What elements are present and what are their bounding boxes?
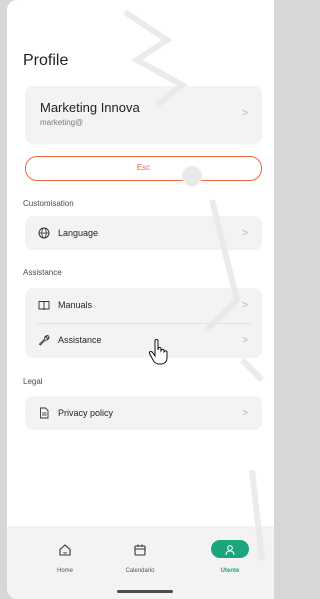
- section-title-customisation: Customisation: [23, 199, 74, 208]
- home-icon: [59, 544, 71, 556]
- account-email: marketing@: [40, 118, 84, 127]
- globe-icon: [38, 227, 50, 239]
- book-icon: [38, 301, 50, 311]
- calendar-icon: [134, 544, 146, 556]
- nav-label-utente: Utente: [220, 568, 240, 574]
- user-icon: [225, 545, 235, 556]
- privacy-policy-label: Privacy policy: [58, 408, 114, 418]
- document-icon: [40, 407, 49, 419]
- page-title: Profile: [23, 52, 69, 69]
- account-name: Marketing Innova: [40, 100, 140, 115]
- esc-button[interactable]: Esc: [25, 156, 262, 181]
- profile-screen: Profile Marketing Innova marketing@ > Es…: [7, 0, 274, 599]
- chevron-right-icon: >: [242, 108, 248, 119]
- chevron-right-icon: >: [242, 300, 248, 311]
- chevron-right-icon: >: [242, 408, 248, 419]
- nav-item-home[interactable]: Home: [37, 540, 93, 580]
- nav-label-calendario: Calendario: [125, 568, 155, 574]
- chevron-right-icon: >: [242, 335, 248, 346]
- assistance-group: Manuals > Assistance >: [25, 288, 262, 358]
- assistance-row[interactable]: Assistance >: [25, 323, 262, 358]
- language-row[interactable]: Language >: [25, 216, 262, 250]
- nav-item-calendario[interactable]: Calendario: [112, 540, 168, 580]
- hand-pointer-icon: [148, 339, 168, 365]
- account-card[interactable]: Marketing Innova marketing@ >: [25, 86, 262, 144]
- bottom-navigation: Home Calendario Utente: [7, 526, 274, 599]
- chevron-right-icon: >: [242, 228, 248, 239]
- nav-item-utente[interactable]: Utente: [202, 540, 258, 580]
- privacy-policy-row[interactable]: Privacy policy >: [25, 396, 262, 430]
- wrench-icon: [38, 335, 50, 346]
- section-title-assistance: Assistance: [23, 268, 62, 277]
- manuals-row[interactable]: Manuals >: [25, 288, 262, 323]
- section-title-legal: Legal: [23, 377, 43, 386]
- assistance-label: Assistance: [58, 335, 102, 345]
- language-label: Language: [58, 228, 99, 238]
- nav-label-home: Home: [56, 568, 73, 574]
- home-indicator: [117, 590, 173, 593]
- manuals-label: Manuals: [58, 300, 93, 310]
